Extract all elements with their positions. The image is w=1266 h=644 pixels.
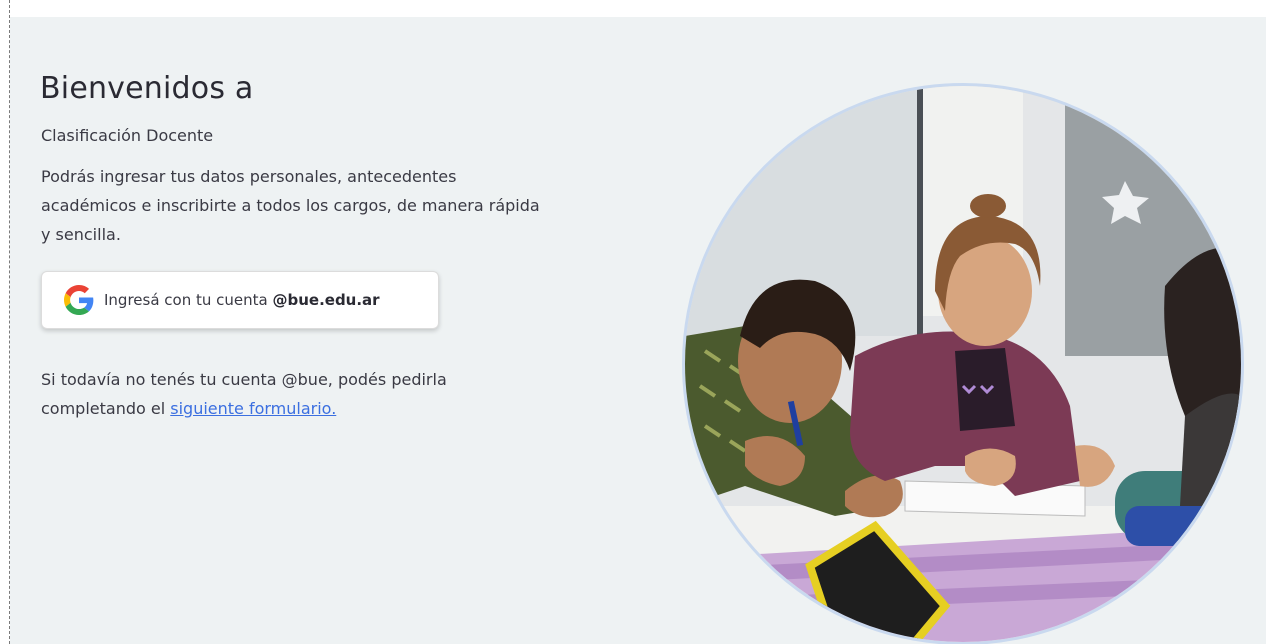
welcome-description: Podrás ingresar tus datos personales, an… [41,167,540,244]
page-title: Bienvenidos a [40,71,254,106]
google-login-button[interactable]: Ingresá con tu cuenta @bue.edu.ar [41,271,439,329]
welcome-panel: Bienvenidos a Clasificación Docente Podr… [10,17,1266,644]
page-frame: Bienvenidos a Clasificación Docente Podr… [0,0,1266,644]
students-photo [682,83,1244,644]
signup-form-link[interactable]: siguiente formulario. [170,399,336,418]
page-subtitle: Clasificación Docente [41,126,214,145]
google-icon [64,285,94,315]
signup-note: Si todavía no tenés tu cuenta @bue, podé… [41,365,501,423]
google-login-label: Ingresá con tu cuenta @bue.edu.ar [104,291,380,309]
login-label-domain: @bue.edu.ar [272,291,380,309]
login-label-prefix: Ingresá con tu cuenta [104,291,273,309]
